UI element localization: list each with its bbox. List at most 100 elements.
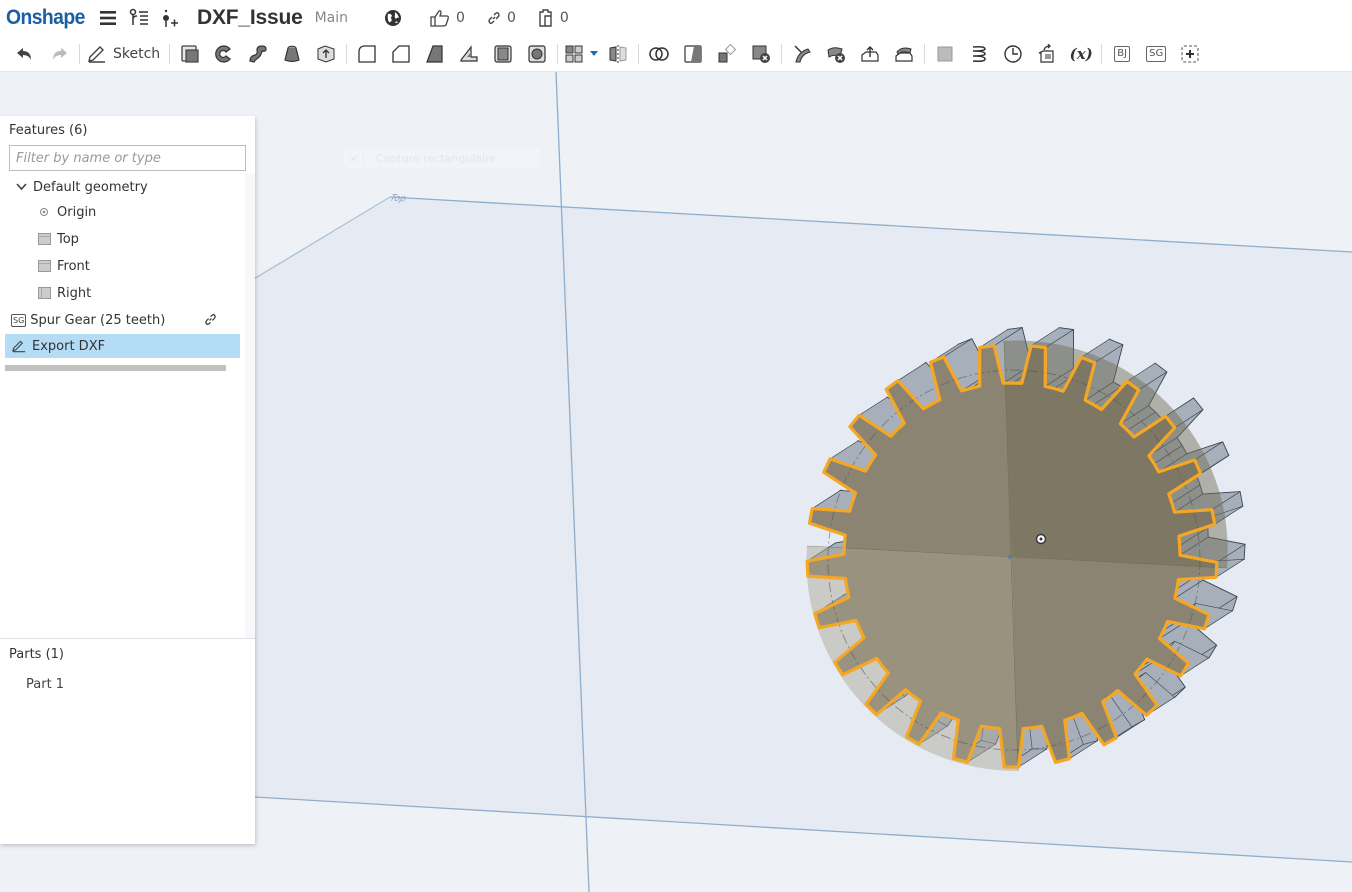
tree-item-right[interactable]: Right xyxy=(0,281,240,305)
move-face-button[interactable] xyxy=(853,39,887,69)
toolbar-separator xyxy=(781,43,783,64)
parts-title: Parts (1) xyxy=(9,647,64,662)
replace-face-icon xyxy=(895,47,913,62)
sketch-icon xyxy=(12,339,26,353)
plane-icon xyxy=(937,46,953,61)
draft-button[interactable] xyxy=(418,39,452,69)
custom-feature-sg-button[interactable]: SG xyxy=(1139,39,1173,69)
toolbar-separator xyxy=(1101,43,1103,64)
plane-icon xyxy=(37,232,51,246)
derived-icon xyxy=(1038,43,1054,63)
links-counter[interactable]: 0 xyxy=(487,10,516,26)
hole-button[interactable] xyxy=(520,39,554,69)
sg-icon: SG xyxy=(1146,45,1167,62)
features-title: Features (6) xyxy=(9,123,88,138)
chamfer-button[interactable] xyxy=(384,39,418,69)
toolbar-separator xyxy=(79,43,80,64)
hole-icon xyxy=(528,44,546,63)
tree-item-label: Export DXF xyxy=(32,338,106,354)
extrude-button[interactable] xyxy=(173,39,207,69)
delete-part-button[interactable] xyxy=(744,39,778,69)
boolean-button[interactable] xyxy=(642,39,676,69)
undo-button[interactable] xyxy=(8,39,42,69)
custom-feature-bj-button[interactable]: BJ xyxy=(1105,39,1139,69)
links-count: 0 xyxy=(506,10,516,26)
redo-icon xyxy=(53,47,67,60)
mate-connector-icon xyxy=(1004,44,1022,63)
tree-item-origin[interactable]: Origin xyxy=(0,200,240,224)
split-button[interactable] xyxy=(676,39,710,69)
variable-icon: (x) xyxy=(1069,44,1093,63)
redo-button[interactable] xyxy=(42,39,76,69)
mate-connector-button[interactable] xyxy=(996,39,1030,69)
clipboard-icon xyxy=(539,9,552,27)
add-custom-feature-button[interactable] xyxy=(1173,39,1207,69)
fillet-button[interactable] xyxy=(350,39,384,69)
linear-pattern-button[interactable] xyxy=(561,39,587,69)
boolean-icon xyxy=(649,46,669,61)
feature-filter-input[interactable] xyxy=(9,145,246,171)
sketch-button[interactable]: Sketch xyxy=(83,39,166,69)
variable-button[interactable]: (x) xyxy=(1064,39,1098,69)
mirror-button[interactable] xyxy=(601,39,635,69)
copies-counter[interactable]: 0 xyxy=(538,9,569,27)
replace-face-button[interactable] xyxy=(887,39,921,69)
link-icon xyxy=(488,11,500,25)
transform-button[interactable] xyxy=(710,39,744,69)
tree-item-front[interactable]: Front xyxy=(0,254,240,278)
sketch-label: Sketch xyxy=(113,45,161,62)
origin-marker-dot xyxy=(1039,537,1043,541)
sweep-button[interactable] xyxy=(241,39,275,69)
pattern-dropdown[interactable] xyxy=(587,39,601,69)
panel-divider[interactable] xyxy=(0,638,255,639)
feature-tree-horizontal-scrollbar[interactable] xyxy=(5,365,226,371)
fillet-icon xyxy=(358,44,376,63)
workspace-branch[interactable]: Main xyxy=(315,10,348,26)
toolbar-separator xyxy=(924,43,926,64)
helix-button[interactable] xyxy=(962,39,996,69)
split-icon xyxy=(684,44,702,63)
rib-button[interactable] xyxy=(452,39,486,69)
chevron-down-icon[interactable] xyxy=(14,180,28,194)
feature-tree-scrollbar[interactable] xyxy=(245,173,255,639)
menu-icon[interactable] xyxy=(97,7,119,29)
helix-icon xyxy=(973,45,986,62)
version-history-icon[interactable] xyxy=(128,7,150,29)
globe-icon[interactable] xyxy=(382,7,404,29)
toolbar-separator xyxy=(557,43,559,64)
tree-item-spur-gear[interactable]: SG Spur Gear (25 teeth) xyxy=(0,308,240,332)
copies-count: 0 xyxy=(559,10,569,26)
tree-item-top[interactable]: Top xyxy=(0,227,240,251)
insert-icon[interactable] xyxy=(159,7,181,29)
document-header: Onshape DXF_Issue Main 0 0 0 xyxy=(0,0,1352,36)
toolbar-separator xyxy=(346,43,348,64)
sg-badge-icon: SG xyxy=(11,313,27,327)
rib-icon xyxy=(460,44,478,62)
loft-icon xyxy=(284,45,300,62)
tree-item-export-dxf[interactable]: Export DXF xyxy=(5,334,240,358)
shell-button[interactable] xyxy=(486,39,520,69)
derived-button[interactable] xyxy=(1030,39,1064,69)
chamfer-icon xyxy=(392,44,410,63)
tree-item-label: Default geometry xyxy=(33,179,148,195)
plane-icon xyxy=(37,259,51,273)
origin-icon xyxy=(37,205,51,219)
revolve-button[interactable] xyxy=(207,39,241,69)
loft-button[interactable] xyxy=(275,39,309,69)
tree-item-label: Origin xyxy=(57,204,97,220)
sweep-icon xyxy=(249,44,267,63)
link-icon[interactable] xyxy=(204,313,217,330)
modify-fillet-button[interactable] xyxy=(785,39,819,69)
delete-face-button[interactable] xyxy=(819,39,853,69)
tree-item-default-geometry[interactable]: Default geometry xyxy=(0,175,240,199)
pencil-icon xyxy=(88,45,105,63)
modify-fillet-icon xyxy=(794,44,811,62)
likes-counter[interactable]: 0 xyxy=(430,9,465,27)
plane-button[interactable] xyxy=(928,39,962,69)
thicken-button[interactable] xyxy=(309,39,343,69)
part-list-item[interactable]: Part 1 xyxy=(26,677,64,692)
onshape-logo[interactable]: Onshape xyxy=(6,6,85,30)
close-icon[interactable]: × xyxy=(344,151,364,165)
delete-face-icon xyxy=(827,46,846,63)
document-title[interactable]: DXF_Issue xyxy=(197,6,303,30)
